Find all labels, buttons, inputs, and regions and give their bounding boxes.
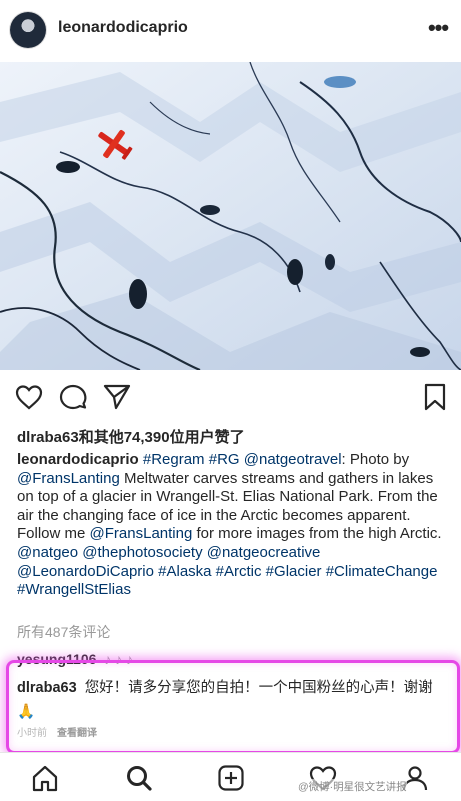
add-post-icon[interactable]	[216, 763, 246, 793]
mention-franslanting[interactable]: @FransLanting	[17, 470, 120, 487]
comment-text: 您好！请多分享您的自拍！一个中国粉丝的心声！谢谢🙏	[17, 680, 433, 720]
comment-text: ♪ ♪ ♪	[104, 651, 134, 667]
caption-username[interactable]: leonardodicaprio	[17, 451, 139, 468]
avatar[interactable]	[10, 12, 46, 48]
heart-icon[interactable]	[14, 382, 44, 412]
mention-franslanting[interactable]: @FransLanting	[90, 525, 193, 542]
post-username[interactable]: leonardodicaprio	[58, 19, 188, 37]
post-photo[interactable]	[0, 62, 461, 370]
bookmark-icon[interactable]	[420, 382, 450, 412]
comment-meta: 小时前 查看翻译	[17, 724, 97, 739]
caption-tags[interactable]: @natgeo @thephotosociety @natgeocreative…	[17, 544, 447, 600]
glacier-photo	[0, 62, 461, 370]
search-icon[interactable]	[124, 763, 154, 793]
action-bar	[0, 378, 461, 418]
ellipsis-icon[interactable]: •••	[425, 13, 451, 43]
caption-text: : Photo by	[341, 451, 410, 468]
translate-link[interactable]: 查看翻译	[57, 728, 97, 739]
view-all-comments-link[interactable]: 所有487条评论	[17, 622, 110, 642]
comment-item: yesung1106 ♪ ♪ ♪	[17, 651, 133, 667]
send-icon[interactable]	[102, 382, 132, 412]
mention-natgeotravel[interactable]: @natgeotravel	[244, 451, 342, 468]
home-icon[interactable]	[30, 763, 60, 793]
comment-username[interactable]: yesung1106	[17, 651, 96, 667]
hashtag-regram[interactable]: #Regram	[143, 451, 205, 468]
caption-text: for more images from the high Arctic.	[192, 525, 442, 543]
post-caption: leonardodicaprio #Regram #RG @natgeotrav…	[17, 451, 447, 600]
likes-count[interactable]: dlraba63和其他74,390位用户赞了	[17, 426, 245, 447]
hashtag-rg[interactable]: #RG	[209, 451, 240, 468]
comment-icon[interactable]	[58, 382, 88, 412]
post-header: leonardodicaprio •••	[0, 0, 461, 60]
comment-username[interactable]: dlraba63	[17, 680, 77, 696]
weibo-watermark: @微博·明星很文艺讲报	[298, 779, 407, 794]
comment-time: 小时前	[17, 728, 47, 739]
comment-item: dlraba63 您好！请多分享您的自拍！一个中国粉丝的心声！谢谢🙏	[17, 676, 447, 724]
